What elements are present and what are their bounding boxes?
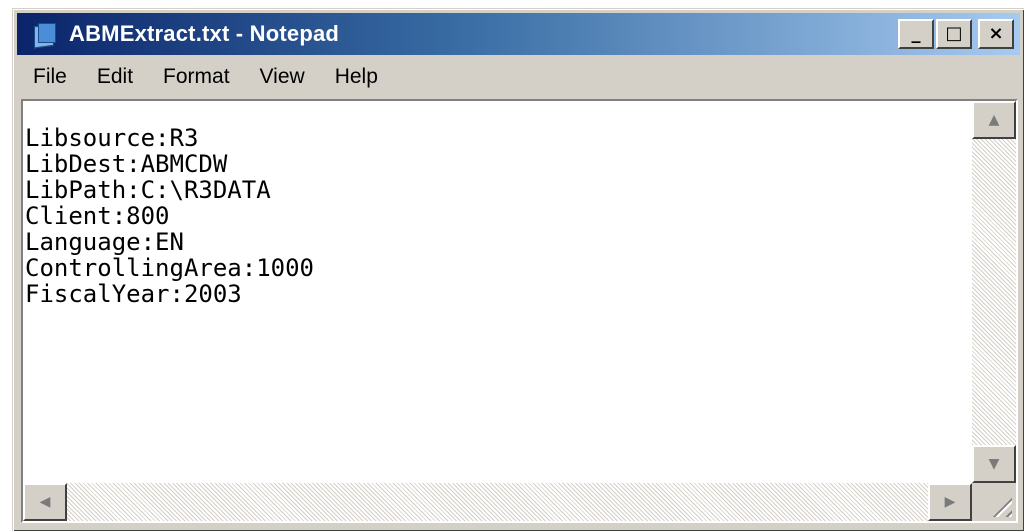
arrow-down-icon: ▼ xyxy=(988,456,1000,472)
text-line: LibDest:ABMCDW xyxy=(25,150,228,178)
text-line: Client:800 xyxy=(25,202,170,230)
arrow-right-icon: ▶ xyxy=(944,494,956,510)
notepad-icon xyxy=(31,21,57,49)
minimize-button[interactable]: _ xyxy=(898,19,934,49)
vertical-scrollbar[interactable]: ▲ ▼ xyxy=(972,101,1016,483)
scroll-left-button[interactable]: ◀ xyxy=(23,483,67,521)
menu-view[interactable]: View xyxy=(248,65,317,89)
editor-text[interactable]: Libsource:R3 LibDest:ABMCDW LibPath:C:\R3D… xyxy=(25,125,965,495)
scroll-down-button[interactable]: ▼ xyxy=(972,445,1016,483)
menu-file[interactable]: File xyxy=(17,65,79,89)
menu-edit[interactable]: Edit xyxy=(85,65,145,89)
text-line: Language:EN xyxy=(25,228,184,256)
text-line: LibPath:C:\R3DATA xyxy=(25,176,271,204)
text-line: ControllingArea:1000 xyxy=(25,254,314,282)
text-line: FiscalYear:2003 xyxy=(25,280,242,308)
resize-grip-icon xyxy=(986,491,1012,517)
menu-format[interactable]: Format xyxy=(151,65,242,89)
scroll-right-button[interactable]: ▶ xyxy=(928,483,972,521)
resize-grip[interactable] xyxy=(972,483,1016,521)
arrow-left-icon: ◀ xyxy=(39,494,51,510)
menu-bar: File Edit Format View Help xyxy=(17,57,1020,97)
arrow-up-icon: ▲ xyxy=(988,112,1000,128)
close-button[interactable]: × xyxy=(978,19,1014,49)
text-editor[interactable]: Libsource:R3 LibDest:ABMCDW LibPath:C:\R3D… xyxy=(21,99,1018,523)
notepad-window: ABMExtract.txt - Notepad _ □ × File Edit… xyxy=(12,8,1024,531)
maximize-button[interactable]: □ xyxy=(936,19,972,49)
menu-help[interactable]: Help xyxy=(323,65,390,89)
scroll-up-button[interactable]: ▲ xyxy=(972,101,1016,139)
window-title: ABMExtract.txt - Notepad xyxy=(69,21,340,46)
title-buttons: _ □ × xyxy=(898,19,1014,49)
horizontal-scrollbar[interactable]: ◀ ▶ xyxy=(23,483,972,521)
text-line: Libsource:R3 xyxy=(25,125,199,152)
title-bar[interactable]: ABMExtract.txt - Notepad _ □ × xyxy=(17,13,1020,55)
